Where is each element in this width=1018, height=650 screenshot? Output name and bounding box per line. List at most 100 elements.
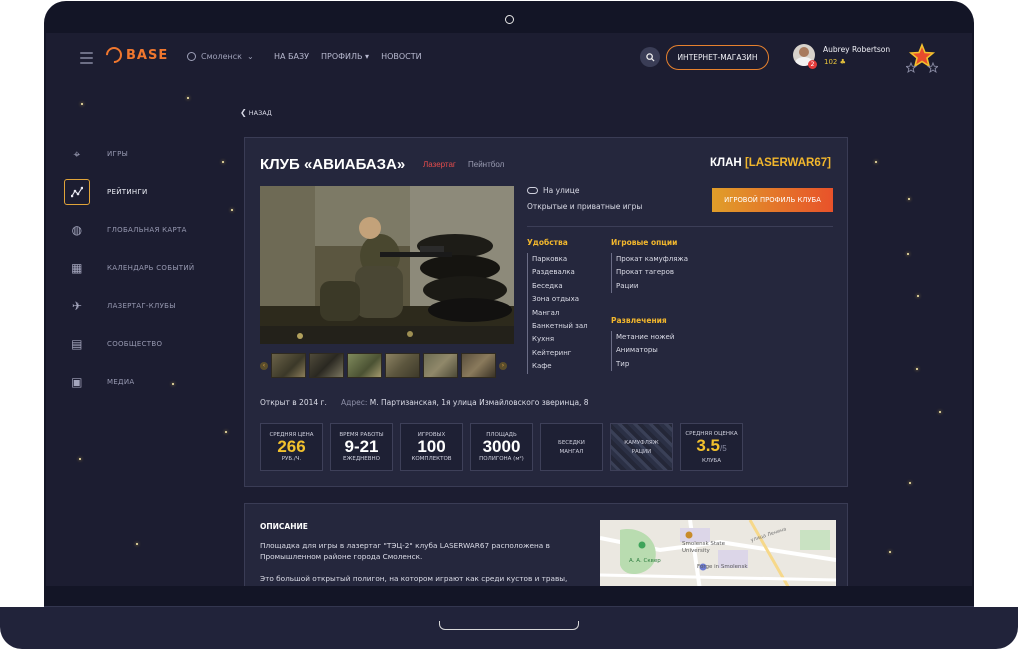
laptop-camera — [505, 15, 514, 24]
sidebar-item-label: СООБЩЕСТВО — [107, 340, 163, 348]
sidebar-item-label: МЕДИА — [107, 378, 135, 386]
chevron-left-icon[interactable]: ‹ — [260, 361, 268, 370]
tag-lasertag[interactable]: Лазертаг — [423, 160, 456, 169]
sidebar-item-label: КАЛЕНДАРЬ СОБЫТИЙ — [107, 264, 195, 272]
nav-item-profile[interactable]: ПРОФИЛЬ ▾ — [321, 52, 369, 61]
description-title: ОПИСАНИЕ — [260, 522, 308, 531]
photo-thumbnail[interactable] — [309, 353, 344, 378]
list-item: Раздевалка — [532, 268, 575, 277]
sidebar-item-calendar[interactable]: ▦ КАЛЕНДАРЬ СОБЫТИЙ — [64, 255, 224, 281]
star-decoration — [908, 198, 910, 200]
globe-icon: ◍ — [71, 223, 83, 237]
photo-thumbnail[interactable] — [271, 353, 306, 378]
games-type: Открытые и приватные игры — [527, 202, 643, 211]
stat-kits: ИГРОВЫХ 100 КОМПЛЕКТОВ — [400, 423, 463, 471]
sidebar-item-community[interactable]: ▤ СООБЩЕСТВО — [64, 331, 224, 357]
logo-text: BASE — [126, 47, 169, 63]
sidebar-item-media[interactable]: ▣ МЕДИА — [64, 369, 224, 395]
features-comfort-title: Удобства — [527, 238, 568, 247]
sidebar-item-label: ГЛОБАЛЬНАЯ КАРТА — [107, 226, 187, 234]
clan-name-link[interactable]: [LASERWAR67] — [745, 157, 831, 169]
sidebar-item-lasertag-clubs[interactable]: ✈ ЛАЗЕРТАГ-КЛУБЫ — [64, 293, 224, 319]
sidebar-item-ratings[interactable]: РЕЙТИНГИ — [64, 179, 224, 205]
photo-thumbnail[interactable] — [347, 353, 382, 378]
tag-paintball[interactable]: Пейнтбол — [468, 160, 504, 169]
photo-thumbnail[interactable] — [461, 353, 496, 378]
stat-gazebo: БЕСЕДКИ МАНГАЛ — [540, 423, 603, 471]
address-label: Адрес: — [341, 398, 368, 407]
menu-icon[interactable] — [80, 52, 93, 64]
photo-thumbnail[interactable] — [423, 353, 458, 378]
stat-area: ПЛОЩАДЬ 3000 ПОЛИГОНА (м²) — [470, 423, 533, 471]
stat-value: 266 — [277, 437, 306, 456]
list-item: Прокат тагеров — [616, 268, 675, 277]
page-title: КЛУБ «АВИАБАЗА» — [260, 156, 406, 173]
logo[interactable]: BASE — [102, 43, 169, 67]
clan-title: КЛАН [LASERWAR67] — [710, 157, 831, 169]
features-comfort: Удобства Парковка Раздевалка Беседка Зон… — [527, 238, 588, 374]
stat-max: /5 — [719, 443, 727, 453]
chevron-right-icon[interactable]: › — [499, 361, 507, 370]
list-item: Аниматоры — [616, 346, 658, 355]
weather-info: На улице — [527, 186, 579, 195]
search-button[interactable] — [640, 47, 660, 67]
club-main-photo[interactable] — [260, 186, 514, 344]
list-item: Прокат камуфляжа — [616, 255, 689, 263]
calendar-icon: ▦ — [71, 261, 83, 275]
main-nav: НА БАЗУ ПРОФИЛЬ ▾ НОВОСТИ — [274, 52, 422, 61]
notification-badge: 2 — [808, 60, 817, 69]
image-icon: ▣ — [71, 375, 83, 389]
features-options-title: Игровые опции — [611, 238, 678, 247]
stat-hours: ВРЕМЯ РАБОТЫ 9-21 ЕЖЕДНЕВНО — [330, 423, 393, 471]
chevron-left-icon: ❮ — [240, 108, 247, 117]
description-paragraph: Площадка для игры в лазертаг "ТЭЦ-2" клу… — [260, 541, 550, 561]
ratings-graph-icon — [64, 179, 90, 205]
city-selector[interactable]: Смоленск ⌄ — [187, 52, 254, 61]
user-name[interactable]: Aubrey Robertson — [823, 45, 890, 54]
stat-unit: КОМПЛЕКТОВ — [411, 456, 452, 462]
divider — [527, 226, 833, 227]
list-item: Кухня — [532, 335, 555, 344]
laptop-notch — [439, 621, 579, 630]
list-item: Кафе — [532, 362, 552, 371]
chat-icon: ▤ — [71, 337, 83, 351]
features-fun: Развлечения Метание ножей Аниматоры Тир — [611, 316, 674, 372]
list-item: Беседка — [532, 281, 563, 290]
star-decoration — [889, 551, 891, 553]
clan-prefix: КЛАН — [710, 157, 742, 169]
description-card: ОПИСАНИЕ Площадка для игры в лазертаг "Т… — [244, 503, 848, 586]
sidebar: ⌖ ИГРЫ РЕЙТИНГИ ◍ ГЛОБАЛЬНАЯ КАРТА ▦ КАЛ… — [64, 141, 224, 407]
star-decoration — [939, 411, 941, 413]
sidebar-item-global-map[interactable]: ◍ ГЛОБАЛЬНАЯ КАРТА — [64, 217, 224, 243]
star-decoration — [909, 482, 911, 484]
star-decoration — [136, 543, 138, 545]
club-profile-button[interactable]: ИГРОВОЙ ПРОФИЛЬ КЛУБА — [712, 188, 833, 212]
stat-rating: СРЕДНЯЯ ОЦЕНКА 3.5/5 КЛУБА — [680, 423, 743, 471]
star-decoration — [225, 431, 227, 433]
photo-thumbnails: ‹ › — [260, 353, 514, 378]
rank-stars-icon — [906, 43, 938, 73]
stat-unit: РУБ./Ч. — [281, 456, 302, 462]
stat-title: РАЦИИ — [631, 448, 652, 455]
star-decoration — [917, 295, 919, 297]
crosshair-icon: ⌖ — [73, 146, 81, 161]
stat-value: 9-21 — [344, 437, 379, 456]
description-text: Площадка для игры в лазертаг "ТЭЦ-2" клу… — [260, 540, 570, 584]
list-item: Парковка — [532, 255, 568, 263]
shop-button[interactable]: ИНТЕРНЕТ-МАГАЗИН — [666, 45, 769, 70]
stat-value: 3.5 — [696, 435, 720, 455]
location-map[interactable]: Smolensk State University А. А. Сквер Fo… — [600, 520, 836, 586]
nav-item-base[interactable]: НА БАЗУ — [274, 52, 309, 61]
list-item: Кейтеринг — [532, 348, 572, 357]
star-decoration — [916, 368, 918, 370]
address-value: М. Партизанская, 1я улица Измайловского … — [369, 398, 589, 407]
search-icon — [645, 52, 655, 62]
map-label-garden: А. А. Сквер — [629, 558, 661, 564]
description-paragraph: Это большой открытый полигон, на котором… — [260, 574, 568, 583]
sidebar-item-label: ИГРЫ — [107, 150, 129, 158]
photo-thumbnail[interactable] — [385, 353, 420, 378]
nav-item-news[interactable]: НОВОСТИ — [381, 52, 422, 61]
club-card: КЛУБ «АВИАБАЗА» Лазертаг Пейнтбол КЛАН [… — [244, 137, 848, 487]
back-link[interactable]: ❮ НАЗАД — [240, 108, 272, 117]
sidebar-item-games[interactable]: ⌖ ИГРЫ — [64, 141, 224, 167]
